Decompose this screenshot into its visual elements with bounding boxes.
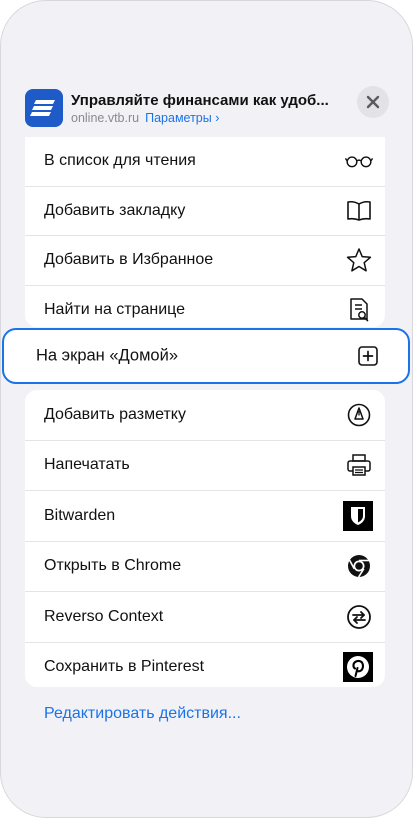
chrome-icon: [345, 552, 373, 580]
action-label: Открыть в Chrome: [44, 557, 182, 575]
markup-pen-icon: [345, 401, 373, 429]
close-button[interactable]: [357, 86, 389, 118]
action-label: В список для чтения: [44, 152, 196, 170]
params-link[interactable]: Параметры ›: [145, 111, 219, 125]
action-reverso-context[interactable]: Reverso Context: [25, 592, 385, 643]
edit-actions-link[interactable]: Редактировать действия...: [44, 705, 241, 723]
printer-icon: [345, 451, 373, 479]
reverso-icon: [345, 603, 373, 631]
action-add-favorites[interactable]: Добавить в Избранное: [25, 236, 385, 286]
actions-group-bottom: Добавить разметку Напечатать Bitwarden О…: [25, 390, 385, 687]
page-title: Управляйте финансами как удоб...: [71, 92, 329, 109]
plus-square-icon: [354, 342, 382, 370]
action-label: Добавить в Избранное: [44, 251, 214, 269]
vtb-app-icon: [25, 89, 63, 127]
action-label: Добавить закладку: [44, 201, 186, 219]
glasses-icon: [345, 147, 373, 175]
action-label: Добавить разметку: [44, 405, 186, 423]
pinterest-icon: [343, 652, 373, 683]
action-bitwarden[interactable]: Bitwarden: [25, 491, 385, 542]
action-add-markup[interactable]: Добавить разметку: [25, 390, 385, 441]
find-document-icon: [345, 296, 373, 324]
close-icon: [366, 95, 380, 109]
share-sheet: Управляйте финансами как удоб... online.…: [0, 0, 413, 818]
action-label: На экран «Домой»: [36, 346, 178, 365]
actions-group-top: В список для чтения Добавить закладку До…: [25, 137, 385, 327]
action-label: Reverso Context: [44, 607, 164, 625]
action-label: Найти на странице: [44, 300, 186, 318]
action-label: Сохранить в Pinterest: [44, 658, 205, 676]
page-url: online.vtb.ru Параметры ›: [71, 111, 219, 125]
action-save-pinterest[interactable]: Сохранить в Pinterest: [25, 643, 385, 688]
book-icon: [345, 197, 373, 225]
star-icon: [345, 246, 373, 274]
page-url-text: online.vtb.ru: [71, 111, 140, 125]
action-add-to-home-screen[interactable]: На экран «Домой»: [2, 328, 410, 384]
action-open-in-chrome[interactable]: Открыть в Chrome: [25, 542, 385, 592]
action-label: Bitwarden: [44, 506, 116, 524]
action-label: Напечатать: [44, 456, 130, 474]
action-reading-list[interactable]: В список для чтения: [25, 137, 385, 187]
action-print[interactable]: Напечатать: [25, 441, 385, 491]
bitwarden-shield-icon: [343, 500, 373, 531]
share-sheet-header: Управляйте финансами как удоб... online.…: [1, 79, 412, 143]
action-find-on-page[interactable]: Найти на странице: [25, 286, 385, 328]
action-add-bookmark[interactable]: Добавить закладку: [25, 187, 385, 236]
